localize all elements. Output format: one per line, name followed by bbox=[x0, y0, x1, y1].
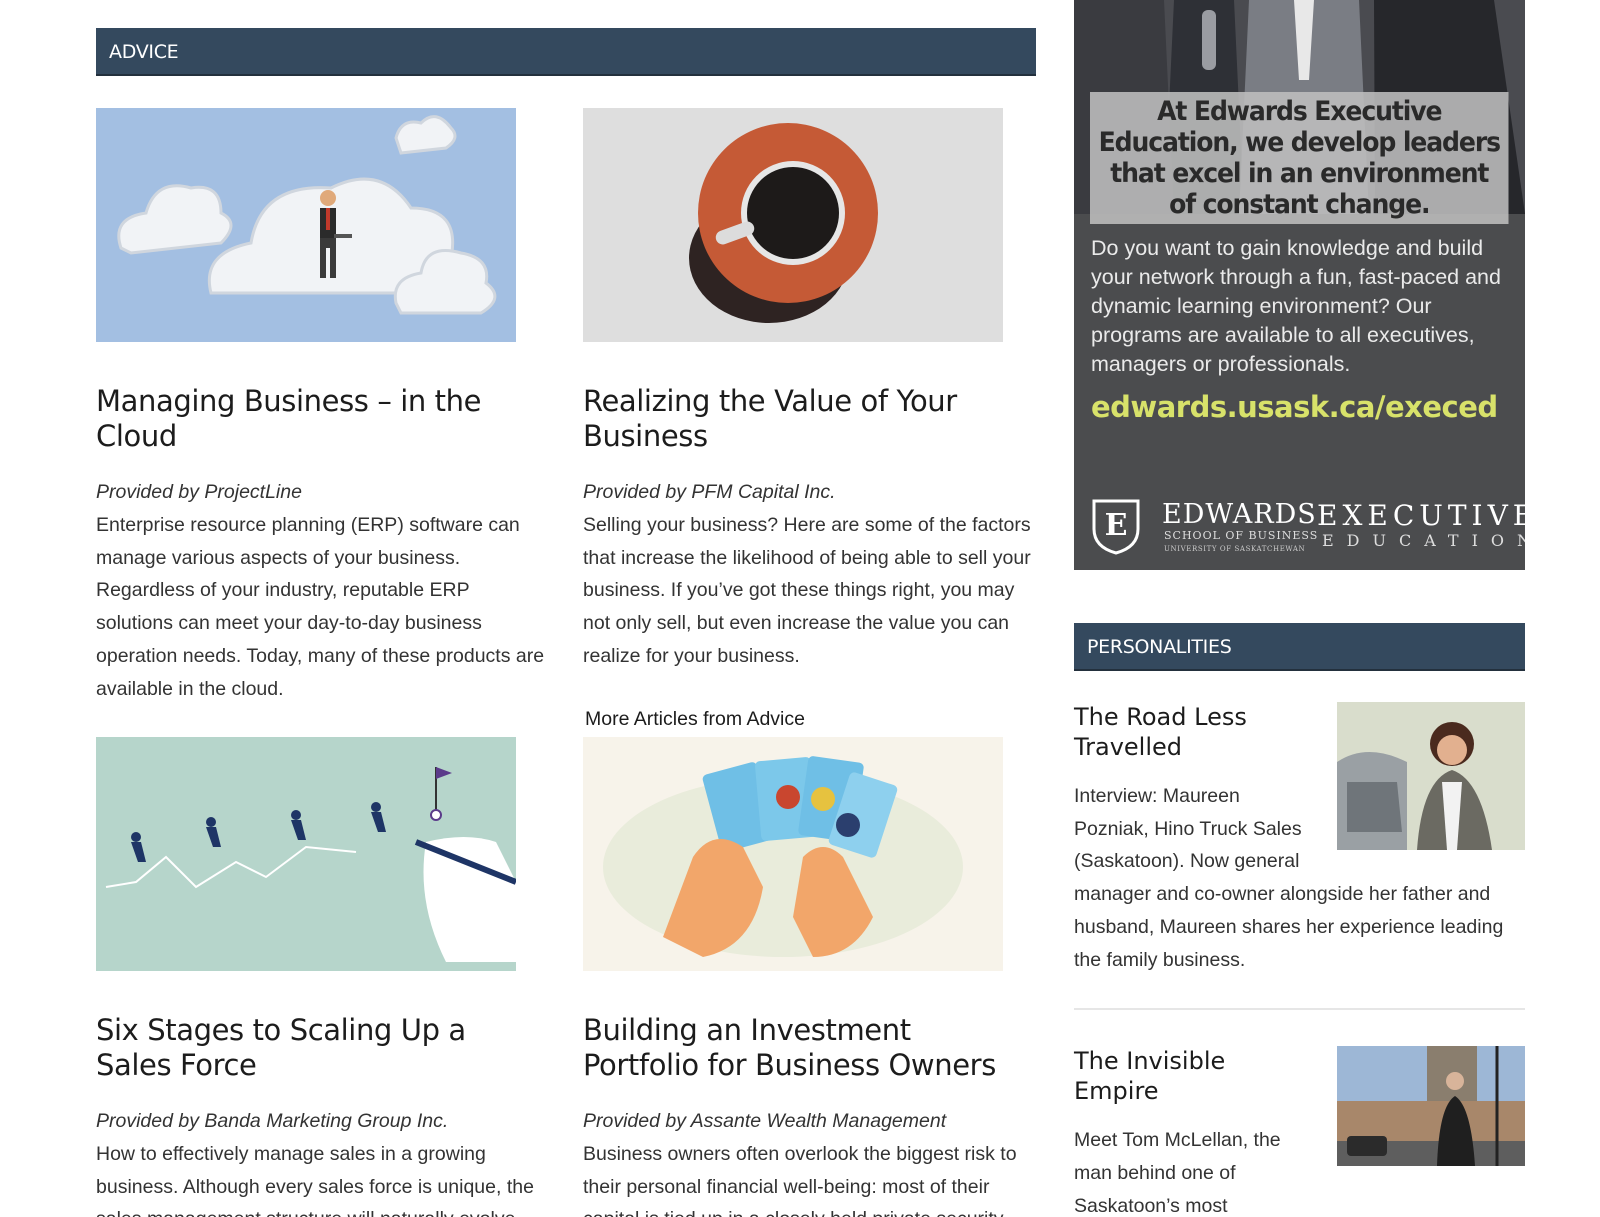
article-provider: Provided by Banda Marketing Group Inc. bbox=[96, 1110, 449, 1132]
article-thumbnail-cloud[interactable] bbox=[96, 108, 516, 342]
ad-headline: At Edwards Executive Education, we devel… bbox=[1090, 92, 1509, 224]
personality-title[interactable]: The Invisible Empire bbox=[1074, 1046, 1334, 1106]
article-title[interactable]: Six Stages to Scaling Up a Sales Force bbox=[96, 1013, 546, 1083]
edwards-crest-icon: E bbox=[1086, 495, 1146, 555]
more-articles-link[interactable]: More Articles from Advice bbox=[585, 708, 805, 731]
personality-photo-tom[interactable] bbox=[1337, 1046, 1525, 1167]
article-card: Building an Investment Portfolio for Bus… bbox=[583, 737, 1033, 1217]
article-card: Realizing the Value of Your Business Pro… bbox=[583, 108, 1033, 673]
article-excerpt: Enterprise resource planning (ERP) softw… bbox=[96, 514, 545, 700]
svg-text:E: E bbox=[1105, 508, 1128, 543]
personalities-section-header: PERSONALITIES bbox=[1074, 623, 1525, 671]
personality-card: The Invisible Empire Meet Tom McLellan, … bbox=[1074, 1046, 1525, 1217]
article-card: Managing Business – in the Cloud Provide… bbox=[96, 108, 546, 705]
edwards-logo: E EDWARDS SCHOOL OF BUSINESS UNIVERSITY … bbox=[1082, 495, 1525, 557]
article-provider: Provided by PFM Capital Inc. bbox=[583, 481, 836, 503]
article-excerpt: Business owners often overlook the bigge… bbox=[583, 1143, 1017, 1217]
logo-education: EDUCATION bbox=[1322, 531, 1525, 550]
logo-school: SCHOOL OF BUSINESS bbox=[1164, 529, 1319, 542]
article-title[interactable]: Realizing the Value of Your Business bbox=[583, 384, 1033, 454]
divider bbox=[1074, 1008, 1525, 1011]
logo-executive: EXECUTIVE bbox=[1317, 499, 1525, 532]
article-excerpt: How to effectively manage sales in a gro… bbox=[96, 1143, 534, 1217]
article-thumbnail-coffee[interactable] bbox=[583, 108, 1003, 342]
ad-url-link[interactable]: edwards.usask.ca/execed bbox=[1091, 390, 1498, 424]
article-card: Six Stages to Scaling Up a Sales Force P… bbox=[96, 737, 546, 1217]
edwards-advertisement[interactable]: At Edwards Executive Education, we devel… bbox=[1074, 0, 1525, 570]
advice-section: ADVICE bbox=[96, 28, 1036, 76]
article-provider: Provided by ProjectLine bbox=[96, 481, 302, 503]
article-thumbnail-sales-race[interactable] bbox=[96, 737, 516, 971]
sidebar: At Edwards Executive Education, we devel… bbox=[1074, 0, 1525, 1217]
article-title[interactable]: Building an Investment Portfolio for Bus… bbox=[583, 1013, 1033, 1083]
personalities-section: PERSONALITIES The Road Less Travelled In… bbox=[1074, 623, 1525, 1217]
ad-body: Do you want to gain knowledge and build … bbox=[1091, 236, 1501, 376]
article-excerpt: Selling your business? Here are some of … bbox=[583, 514, 1031, 667]
logo-university: UNIVERSITY OF SASKATCHEWAN bbox=[1164, 545, 1306, 553]
article-thumbnail-cards[interactable] bbox=[583, 737, 1003, 971]
personality-card: The Road Less Travelled Interview: Maure… bbox=[1074, 702, 1525, 976]
article-provider: Provided by Assante Wealth Management bbox=[583, 1110, 947, 1132]
personality-photo-maureen[interactable] bbox=[1337, 702, 1525, 850]
advice-section-header: ADVICE bbox=[96, 28, 1036, 76]
personality-title[interactable]: The Road Less Travelled bbox=[1074, 702, 1334, 762]
article-title[interactable]: Managing Business – in the Cloud bbox=[96, 384, 546, 454]
logo-edwards: EDWARDS bbox=[1162, 499, 1317, 530]
